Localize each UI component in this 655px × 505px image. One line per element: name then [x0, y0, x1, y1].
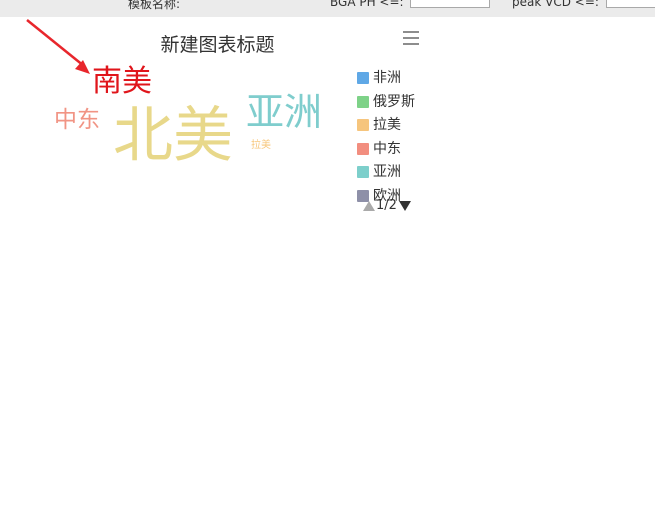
- bga-ph-label: BGA PH <=:: [330, 0, 404, 9]
- peak-vcd-label: peak VCD <=:: [512, 0, 599, 9]
- legend-label: 拉美: [373, 117, 401, 133]
- legend-swatch: [357, 166, 369, 178]
- word-latin-america[interactable]: 拉美: [251, 141, 271, 151]
- word-asia[interactable]: 亚洲: [246, 93, 322, 131]
- word-north-america[interactable]: 北美: [113, 106, 233, 166]
- legend-swatch: [357, 142, 369, 155]
- word-middle-east[interactable]: 中东: [54, 109, 100, 132]
- pager-text: 1/2: [376, 198, 397, 213]
- pager-prev-icon[interactable]: [363, 201, 375, 211]
- template-name-label: 模板名称:: [128, 0, 181, 11]
- pager-next-icon[interactable]: [399, 201, 411, 211]
- legend-swatch: [357, 72, 369, 84]
- legend-swatch: [357, 119, 369, 131]
- annotation-arrow-icon: [26, 19, 90, 74]
- legend-label: 亚洲: [373, 164, 401, 180]
- hamburger-menu-icon[interactable]: [401, 30, 421, 46]
- legend-label: 俄罗斯: [373, 93, 415, 110]
- legend-label: 非洲: [373, 70, 401, 86]
- legend-swatch: [357, 189, 369, 202]
- peak-vcd-input[interactable]: [606, 0, 655, 8]
- bga-ph-input[interactable]: [410, 0, 490, 8]
- legend-swatch: [357, 95, 369, 108]
- legend-label: 中东: [373, 140, 401, 157]
